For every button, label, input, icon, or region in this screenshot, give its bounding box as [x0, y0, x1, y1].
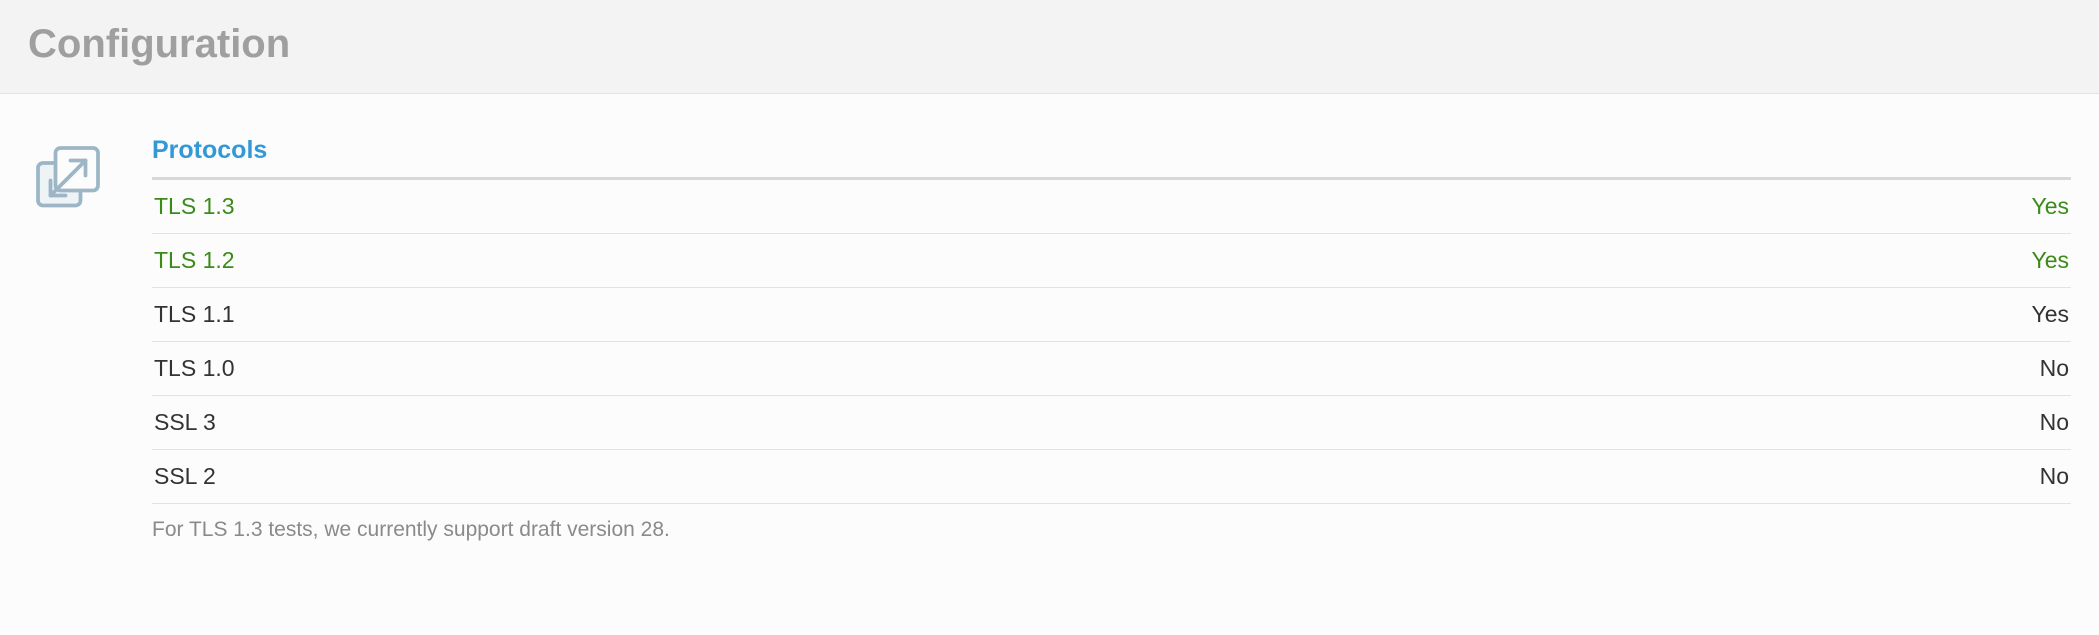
protocol-row: SSL 3 No [152, 396, 2071, 450]
protocols-section: Protocols TLS 1.3 Yes TLS 1.2 Yes TLS 1.1 Yes… [152, 136, 2071, 542]
protocol-value: No [2040, 409, 2069, 436]
section-title: Protocols [152, 136, 2071, 177]
protocol-value: No [2040, 463, 2069, 490]
page-header: Configuration [0, 0, 2099, 94]
protocol-row: TLS 1.2 Yes [152, 234, 2071, 288]
protocol-name: TLS 1.1 [154, 301, 235, 328]
expand-icon[interactable] [28, 138, 108, 218]
protocol-name: SSL 2 [154, 463, 216, 490]
protocol-row: TLS 1.1 Yes [152, 288, 2071, 342]
page-title: Configuration [28, 22, 2071, 67]
protocols-footnote: For TLS 1.3 tests, we currently support … [152, 504, 2071, 542]
protocol-row: TLS 1.3 Yes [152, 180, 2071, 234]
protocol-row: TLS 1.0 No [152, 342, 2071, 396]
protocol-value: Yes [2031, 247, 2069, 274]
protocol-name: TLS 1.0 [154, 355, 235, 382]
protocol-name: SSL 3 [154, 409, 216, 436]
protocol-name: TLS 1.3 [154, 193, 235, 220]
protocol-row: SSL 2 No [152, 450, 2071, 504]
protocol-value: Yes [2031, 301, 2069, 328]
protocol-name: TLS 1.2 [154, 247, 235, 274]
protocol-value: Yes [2031, 193, 2069, 220]
protocols-list: TLS 1.3YesTLS 1.2YesTLS 1.1YesTLS 1.0NoS… [152, 180, 2071, 504]
content-wrapper: Protocols TLS 1.3 Yes TLS 1.2 Yes TLS 1.1 Yes… [0, 94, 2099, 562]
protocol-value: No [2040, 355, 2069, 382]
